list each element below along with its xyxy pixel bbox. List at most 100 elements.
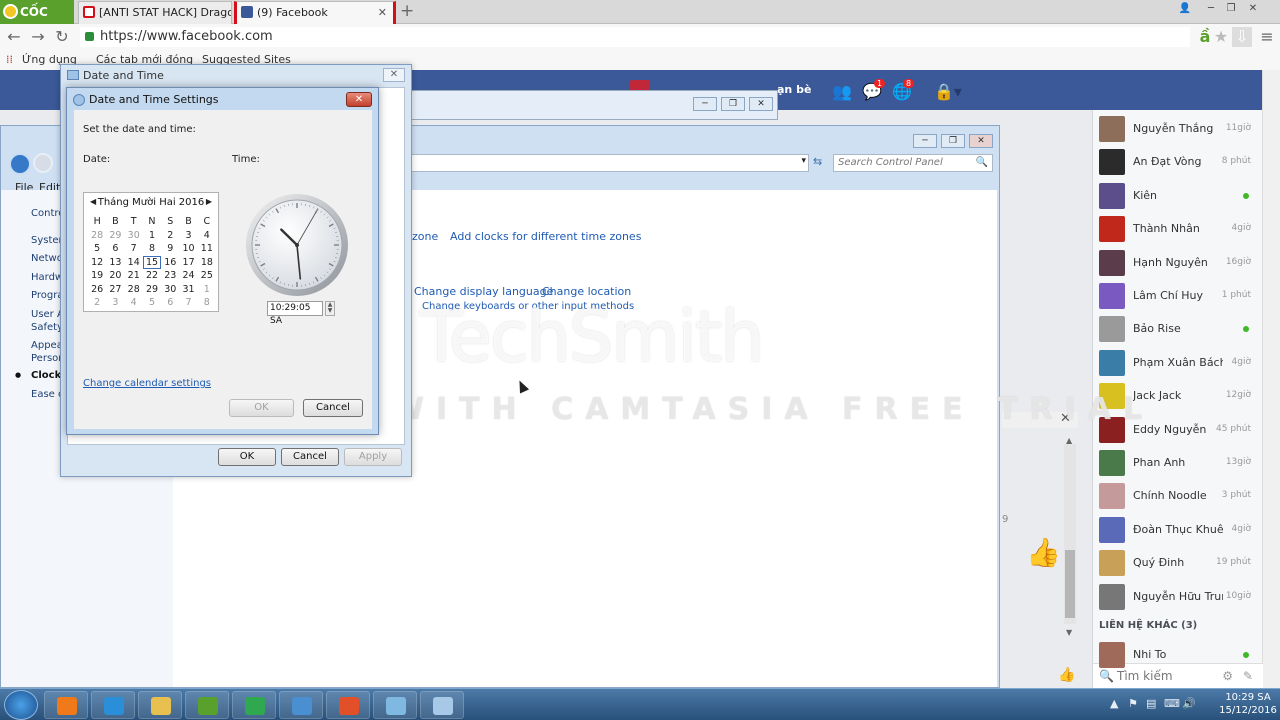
- control-panel-nav-item[interactable]: Safety: [31, 322, 63, 333]
- dialog-close-button[interactable]: ✕: [346, 92, 372, 107]
- close-button[interactable]: ✕: [969, 134, 993, 148]
- apps-grid-icon[interactable]: ⁞⁞: [6, 53, 13, 66]
- chat-contact[interactable]: Nguyễn Hữu Trun...10giờ: [1099, 582, 1257, 612]
- calendar-day[interactable]: 17: [179, 256, 197, 270]
- time-zone-link[interactable]: zone: [412, 230, 438, 243]
- like-button-icon[interactable]: 👍: [1058, 667, 1075, 683]
- calendar-day[interactable]: 18: [198, 256, 216, 270]
- chat-contact[interactable]: Chính Noodle 3 phút: [1099, 481, 1257, 511]
- close-button[interactable]: ✕: [1244, 2, 1262, 16]
- calendar-day[interactable]: 28: [88, 229, 106, 243]
- time-input[interactable]: 10:29:05 SA: [267, 301, 323, 326]
- chat-contact[interactable]: Phan Anh 13giờ: [1099, 448, 1257, 478]
- tray-expand-icon[interactable]: ▲: [1110, 697, 1118, 710]
- taskbar-internet-explorer[interactable]: [91, 691, 135, 719]
- dialog-close-button[interactable]: ✕: [383, 68, 405, 82]
- taskbar-file-explorer[interactable]: [138, 691, 182, 719]
- calendar-day[interactable]: 1: [143, 229, 161, 243]
- chat-contact[interactable]: Nhi To: [1099, 640, 1257, 670]
- calendar-day[interactable]: 6: [161, 296, 179, 310]
- change-calendar-settings-link[interactable]: Change calendar settings: [83, 378, 211, 389]
- back-button[interactable]: ←: [5, 27, 23, 47]
- taskbar-media-player[interactable]: [44, 691, 88, 719]
- chat-contact[interactable]: Quý Đinh 19 phút: [1099, 548, 1257, 578]
- control-panel-address-bar[interactable]: ▾: [411, 154, 809, 172]
- chat-contact[interactable]: Bảo Rise: [1099, 314, 1257, 344]
- chat-contact[interactable]: Phạm Xuân Bách 4giờ: [1099, 348, 1257, 378]
- cancel-button[interactable]: Cancel: [281, 448, 339, 466]
- calendar-day[interactable]: 7: [125, 242, 143, 256]
- chat-contact[interactable]: Nguyễn Thắng 11giờ: [1099, 114, 1257, 144]
- calendar-day[interactable]: 6: [106, 242, 124, 256]
- taskbar-notepad[interactable]: [373, 691, 417, 719]
- calendar-day[interactable]: 1: [198, 283, 216, 297]
- calendar-day[interactable]: 25: [198, 269, 216, 283]
- chat-scrollbar[interactable]: [1064, 444, 1076, 624]
- calendar-day[interactable]: 3: [179, 229, 197, 243]
- close-button[interactable]: ✕: [749, 97, 773, 111]
- cancel-button[interactable]: Cancel: [303, 399, 363, 417]
- calendar-day[interactable]: 16: [161, 256, 179, 270]
- time-spinner[interactable]: ▲ ▼: [325, 301, 335, 316]
- calendar-day[interactable]: 23: [161, 269, 179, 283]
- refresh-icon[interactable]: ⇆: [813, 155, 822, 168]
- apply-button[interactable]: Apply: [344, 448, 402, 466]
- calendar-day[interactable]: 14: [125, 256, 143, 270]
- maximize-button[interactable]: ❐: [721, 97, 745, 111]
- taskbar-coccoc-browser[interactable]: [185, 691, 229, 719]
- tab-close-icon[interactable]: ✕: [378, 2, 387, 23]
- calendar-day[interactable]: 15: [142, 255, 162, 269]
- calendar-day[interactable]: 4: [125, 296, 143, 310]
- back-arrow-icon[interactable]: [9, 153, 31, 175]
- calendar-day[interactable]: 7: [179, 296, 197, 310]
- minimize-button[interactable]: ─: [693, 97, 717, 111]
- calendar-day[interactable]: 10: [179, 242, 197, 256]
- forward-button[interactable]: →: [29, 27, 47, 47]
- search-icon[interactable]: 🔍: [976, 155, 988, 171]
- chat-contact[interactable]: An Đạt Vòng 8 phút: [1099, 147, 1257, 177]
- calendar-day[interactable]: 19: [88, 269, 106, 283]
- forward-arrow-icon[interactable]: [33, 153, 53, 173]
- chat-scroll-thumb[interactable]: [1065, 550, 1075, 618]
- chat-contact[interactable]: Thành Nhân 4giờ: [1099, 214, 1257, 244]
- calendar-day[interactable]: 20: [106, 269, 124, 283]
- calendar-day[interactable]: 8: [143, 242, 161, 256]
- calendar-day[interactable]: 12: [88, 256, 106, 270]
- calendar-day[interactable]: 2: [88, 296, 106, 310]
- month-label[interactable]: Tháng Mười Hai 2016: [84, 197, 218, 211]
- tray-keyboard-icon[interactable]: ⌨: [1164, 697, 1180, 710]
- tab-facebook[interactable]: (9) Facebook ✕: [234, 1, 396, 24]
- bookmark-star-icon[interactable]: ★: [1212, 27, 1230, 47]
- control-panel-search-input[interactable]: Search Control Panel 🔍: [833, 154, 993, 172]
- ok-button[interactable]: OK: [218, 448, 276, 466]
- calendar-day[interactable]: 21: [125, 269, 143, 283]
- calendar-day[interactable]: 3: [106, 296, 124, 310]
- control-panel-nav-item[interactable]: Hardw: [31, 272, 63, 283]
- chat-contact[interactable]: Đoàn Thục Khuê 4giờ: [1099, 515, 1257, 545]
- maximize-button[interactable]: ❐: [941, 134, 965, 148]
- account-menu-icon[interactable]: 🔒▾: [934, 82, 962, 101]
- download-icon[interactable]: ⇩: [1232, 27, 1252, 47]
- minimize-button[interactable]: ─: [1202, 2, 1220, 16]
- like-thumb-icon[interactable]: 👍: [1026, 536, 1061, 569]
- calendar-day[interactable]: 28: [125, 283, 143, 297]
- chat-contact[interactable]: Hạnh Nguyên 16giờ: [1099, 248, 1257, 278]
- friend-requests-icon[interactable]: 👥: [832, 82, 852, 101]
- calendar-day[interactable]: 29: [106, 229, 124, 243]
- calendar-day[interactable]: 11: [198, 242, 216, 256]
- minimize-button[interactable]: ─: [913, 134, 937, 148]
- calendar-day[interactable]: 24: [179, 269, 197, 283]
- calendar-day[interactable]: 30: [161, 283, 179, 297]
- calendar-day[interactable]: 30: [125, 229, 143, 243]
- chat-scroll-down-icon[interactable]: ▼: [1066, 628, 1072, 637]
- dropdown-arrow-icon[interactable]: ▾: [801, 156, 806, 166]
- control-panel-nav-item[interactable]: Progra: [31, 290, 63, 301]
- calendar-day[interactable]: 27: [106, 283, 124, 297]
- url-field[interactable]: https://www.facebook.com: [80, 27, 1190, 47]
- tray-action-center-icon[interactable]: ⚑: [1128, 697, 1138, 710]
- taskbar-camtasia-recorder[interactable]: [232, 691, 276, 719]
- tray-clock[interactable]: 10:29 SA 15/12/2016: [1216, 691, 1280, 717]
- calendar-day[interactable]: 2: [161, 229, 179, 243]
- page-scrollbar[interactable]: [1262, 70, 1280, 688]
- control-panel-nav-item[interactable]: User A: [31, 309, 64, 320]
